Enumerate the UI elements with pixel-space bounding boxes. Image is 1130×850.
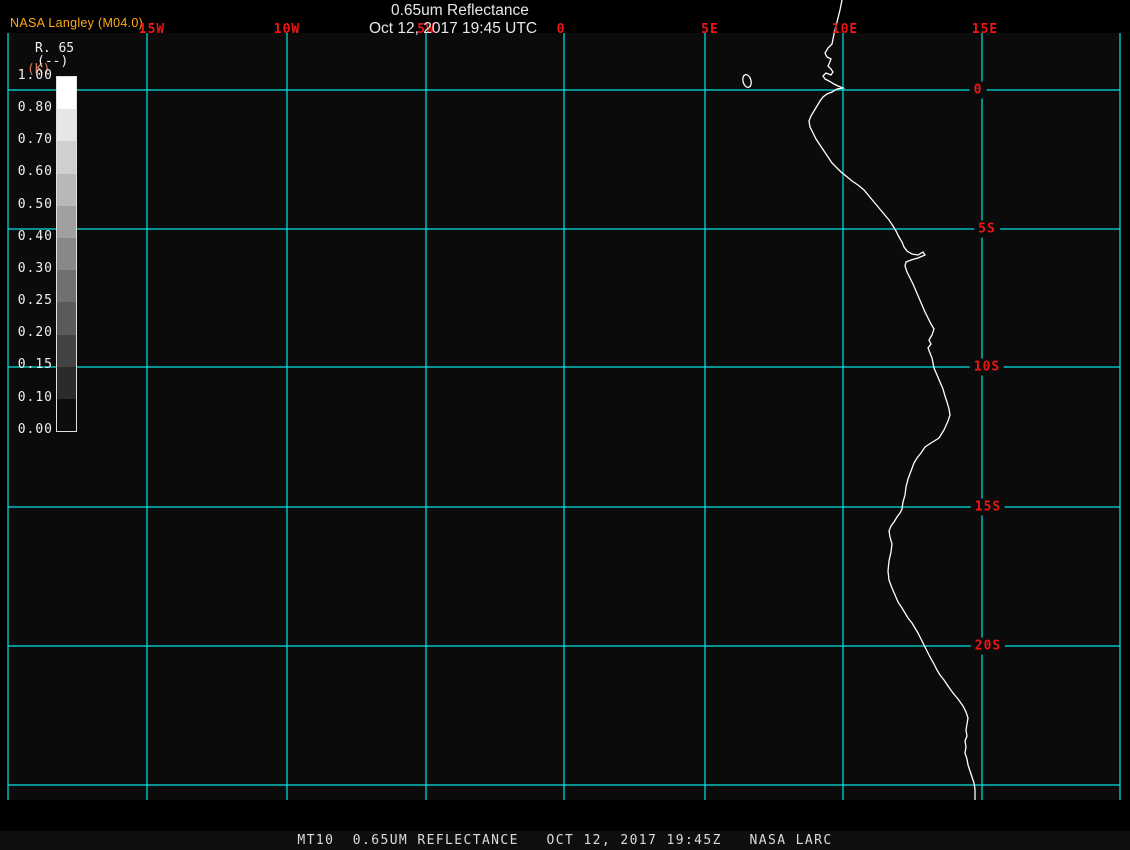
longitude-label: 10E: [831, 22, 859, 37]
longitude-label: 0: [556, 22, 566, 37]
colorbar-tick: 0.50: [17, 197, 53, 212]
longitude-label: 15E: [971, 22, 999, 37]
colorbar-tick: 0.70: [17, 132, 53, 147]
colorbar-units: (--): [37, 54, 69, 69]
colorbar-segment: [57, 237, 76, 271]
longitude-label: 10W: [273, 22, 301, 37]
colorbar-tick: 0.10: [17, 390, 53, 405]
colorbar-segment: [57, 334, 76, 367]
colorbar-tick: 0.00: [17, 422, 53, 437]
colorbar-segment: [57, 173, 76, 206]
status-bar: MT10 0.65UM REFLECTANCE OCT 12, 2017 19:…: [0, 831, 1130, 850]
colorbar-segment: [57, 77, 76, 110]
timestamp-title: Oct 12, 2017 19:45 UTC: [369, 20, 538, 37]
colorbar-tick: 0.60: [17, 164, 53, 179]
satellite-image-viewer: NASA Langley (M04.0) 0.65um Reflectance …: [0, 0, 1130, 850]
colorbar-segment: [57, 302, 76, 335]
coastline: [742, 0, 976, 800]
colorbar-segment: [57, 141, 76, 174]
colorbar-gradient: [56, 76, 77, 432]
latlon-gridlines: [7, 33, 1121, 800]
latitude-label: 5S: [974, 220, 1000, 238]
colorbar-segment: [57, 205, 76, 238]
colorbar-segment: [57, 366, 76, 399]
latitude-label: 20S: [970, 637, 1006, 655]
colorbar-tick: 0.80: [17, 100, 53, 115]
map-canvas: [7, 0, 1121, 800]
longitude-label: 5E: [701, 22, 719, 37]
nasa-langley-logo: NASA Langley (M04.0): [10, 16, 144, 30]
coastline-path: [808, 0, 976, 800]
colorbar-segment: [57, 109, 76, 142]
latitude-label: 15S: [970, 498, 1006, 516]
colorbar-tick: 0.25: [17, 293, 53, 308]
status-bar-text: MT10 0.65UM REFLECTANCE OCT 12, 2017 19:…: [297, 833, 833, 848]
colorbar-tick: 1.00: [17, 68, 53, 83]
colorbar-segment: [57, 398, 76, 432]
colorbar-tick: 0.20: [17, 325, 53, 340]
island-outline: [742, 73, 752, 89]
colorbar-tick: 0.30: [17, 261, 53, 276]
colorbar-tick: 0.15: [17, 357, 53, 372]
page-title: 0.65um Reflectance: [391, 2, 529, 19]
latitude-label: 10S: [969, 358, 1005, 376]
longitude-label: 15W: [138, 22, 166, 37]
colorbar-segment: [57, 270, 76, 303]
latitude-label: 0: [969, 81, 987, 99]
colorbar-tick: 0.40: [17, 229, 53, 244]
